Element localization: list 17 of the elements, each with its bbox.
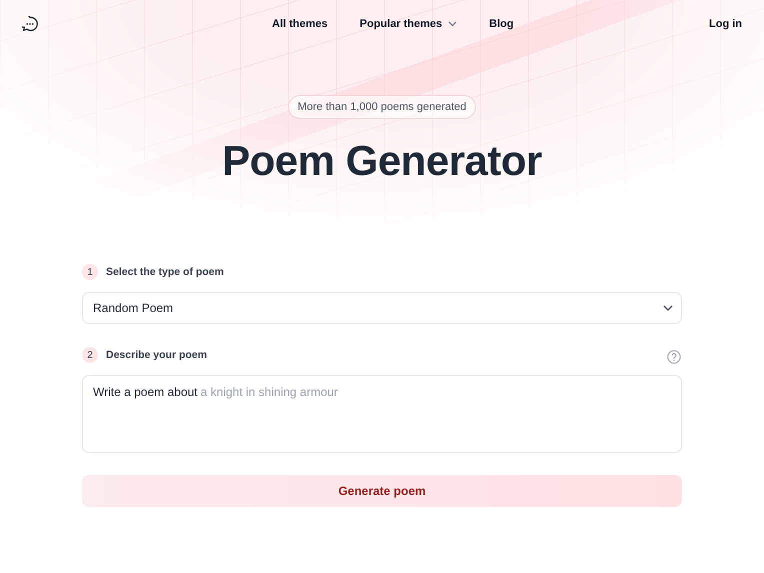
step-number: 1 [82, 264, 98, 280]
stats-badge: More than 1,000 poems generated [288, 95, 476, 119]
nav-link[interactable]: Blog [489, 18, 514, 30]
generate-button[interactable]: Generate poem [82, 475, 682, 507]
step-label: Describe your poem [106, 349, 207, 361]
description-field[interactable]: Write a poem about a knight in shining armour [82, 375, 682, 453]
nav-link[interactable]: All themes [272, 18, 328, 30]
chevron-down-icon [448, 21, 458, 27]
login-link[interactable]: Log in [709, 18, 742, 30]
chat-bubble-icon[interactable] [22, 16, 38, 32]
chevron-down-icon [663, 305, 673, 311]
nav-link[interactable]: Popular themes [360, 18, 458, 30]
prompt-prefix: Write a poem about [93, 385, 198, 399]
step-label: Select the type of poem [106, 266, 224, 278]
poem-type-select[interactable]: Random Poem [82, 292, 682, 324]
step-number: 2 [82, 347, 98, 363]
page-title: Poem Generator [222, 137, 542, 185]
